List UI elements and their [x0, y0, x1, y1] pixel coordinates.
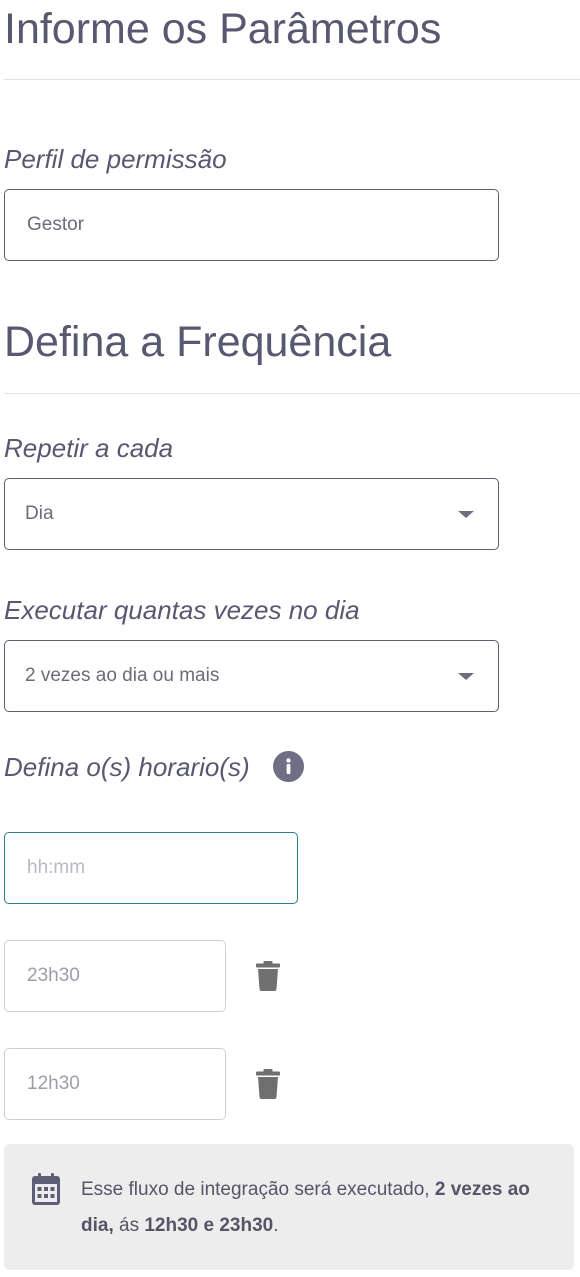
caret-down-icon	[458, 511, 474, 518]
caret-down-icon	[458, 673, 474, 680]
time-entry-2[interactable]: 12h30	[4, 1048, 226, 1120]
time-input[interactable]	[4, 832, 298, 904]
parameters-title: Informe os Parâmetros	[4, 5, 442, 53]
time-entry-1[interactable]: 23h30	[4, 940, 226, 1012]
time-entry-value: 23h30	[27, 965, 80, 986]
trash-icon[interactable]	[256, 961, 280, 991]
time-entry-value: 12h30	[27, 1073, 80, 1094]
repeat-select[interactable]: Dia	[4, 478, 499, 550]
summary-box: Esse fluxo de integração será executado,…	[4, 1144, 574, 1270]
permission-profile-label: Perfil de permissão	[4, 144, 227, 174]
permission-profile-field[interactable]: Gestor	[4, 189, 499, 261]
repeat-select-value: Dia	[25, 503, 54, 524]
frequency-divider	[4, 393, 580, 394]
schedule-label: Defina o(s) horario(s)	[4, 752, 250, 782]
trash-icon[interactable]	[256, 1069, 280, 1099]
info-icon[interactable]	[273, 751, 304, 782]
calendar-icon	[32, 1173, 60, 1205]
summary-text: Esse fluxo de integração será executado,…	[81, 1179, 530, 1236]
permission-profile-value: Gestor	[27, 214, 85, 235]
times-per-day-label: Executar quantas vezes no dia	[4, 595, 360, 625]
frequency-title: Defina a Frequência	[4, 318, 392, 366]
repeat-label: Repetir a cada	[4, 433, 174, 463]
parameters-divider	[4, 79, 580, 80]
times-per-day-select[interactable]: 2 vezes ao dia ou mais	[4, 640, 499, 712]
times-per-day-value: 2 vezes ao dia ou mais	[25, 665, 220, 686]
